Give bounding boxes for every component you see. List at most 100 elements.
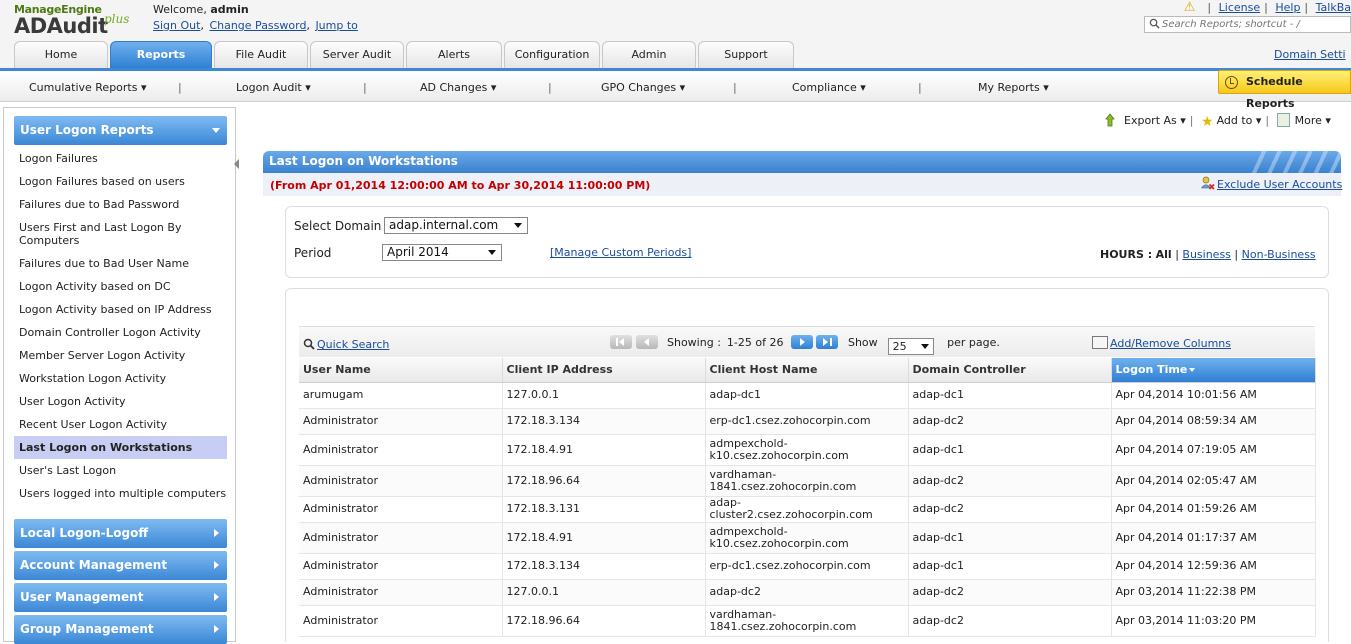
sidebar-item-logon-failures[interactable]: Logon Failures bbox=[19, 152, 227, 165]
sidebar-item-logon-activity-ip[interactable]: Logon Activity based on IP Address bbox=[19, 303, 227, 316]
sidebar-item-dc-logon-activity[interactable]: Domain Controller Logon Activity bbox=[19, 326, 227, 339]
sidebar-section-account-management[interactable]: Account Management bbox=[14, 551, 227, 580]
chevron-right-icon bbox=[214, 529, 219, 537]
cell-dc: adap-dc2 bbox=[908, 579, 1112, 606]
hours-nonbusiness-link[interactable]: Non-Business bbox=[1242, 248, 1316, 261]
top-links: ⚠ | License | Help | TalkBa bbox=[1183, 0, 1351, 15]
cell-user: Administrator bbox=[299, 408, 503, 435]
table-row: Administrator 127.0.0.1 adap-dc2 adap-dc… bbox=[299, 579, 1316, 606]
domain-select[interactable]: adap.internal.com bbox=[384, 217, 528, 234]
column-client-ip[interactable]: Client IP Address bbox=[502, 358, 706, 383]
search-icon bbox=[1149, 18, 1160, 29]
quick-search[interactable]: Quick Search bbox=[303, 338, 389, 351]
domain-settings-link[interactable]: Domain Setti bbox=[1274, 48, 1346, 61]
per-page-select[interactable]: 25 bbox=[887, 338, 934, 355]
collapse-sidebar-icon[interactable] bbox=[233, 156, 241, 172]
exclude-user-accounts[interactable]: Exclude User Accounts bbox=[1201, 176, 1342, 191]
sidebar-item-first-last-logon[interactable]: Users First and Last Logon By Computers bbox=[19, 221, 227, 247]
cell-user: Administrator bbox=[299, 553, 503, 580]
cell-host: adap-dc1 bbox=[705, 382, 909, 409]
username: admin bbox=[210, 3, 249, 16]
sidebar-section-user-management[interactable]: User Management bbox=[14, 583, 227, 612]
search-icon bbox=[303, 338, 315, 350]
page-range: 1-25 of 26 bbox=[726, 336, 784, 349]
report-title-bar: Last Logon on Workstations bbox=[263, 151, 1341, 173]
tab-reports[interactable]: Reports bbox=[110, 41, 212, 68]
hours-business-link[interactable]: Business bbox=[1182, 248, 1231, 261]
sidebar-item-bad-password[interactable]: Failures due to Bad Password bbox=[19, 198, 227, 211]
sidebar-item-workstation-logon[interactable]: Workstation Logon Activity bbox=[19, 372, 227, 385]
sidebar-item-last-logon-workstations[interactable]: Last Logon on Workstations bbox=[14, 436, 227, 459]
report-title: Last Logon on Workstations bbox=[269, 154, 458, 168]
menu-compliance[interactable]: Compliance ▾ bbox=[792, 81, 866, 94]
add-remove-columns[interactable]: Add/Remove Columns bbox=[1092, 336, 1231, 350]
sidebar-section-group-management[interactable]: Group Management bbox=[14, 615, 227, 644]
showing-label: Showing : bbox=[667, 336, 721, 349]
sidebar-item-bad-user-name[interactable]: Failures due to Bad User Name bbox=[19, 257, 227, 270]
tab-home[interactable]: Home bbox=[14, 41, 108, 68]
tab-server-audit[interactable]: Server Audit bbox=[310, 41, 404, 68]
schedule-reports-button[interactable]: Schedule Reports bbox=[1218, 70, 1351, 110]
next-page-button[interactable] bbox=[790, 335, 813, 349]
tab-alerts[interactable]: Alerts bbox=[406, 41, 502, 68]
chevron-right-icon bbox=[214, 561, 219, 569]
clock-icon bbox=[1225, 76, 1238, 89]
sidebar-section-user-logon-reports[interactable]: User Logon Reports bbox=[14, 116, 227, 145]
tab-support[interactable]: Support bbox=[698, 41, 794, 68]
sidebar-item-logon-activity-dc[interactable]: Logon Activity based on DC bbox=[19, 280, 227, 293]
add-remove-columns-link[interactable]: Add/Remove Columns bbox=[1110, 337, 1231, 350]
quick-search-link[interactable]: Quick Search bbox=[317, 338, 389, 351]
talkback-link[interactable]: TalkBa bbox=[1316, 1, 1351, 14]
jump-to-link[interactable]: Jump to bbox=[315, 19, 357, 32]
column-client-host[interactable]: Client Host Name bbox=[705, 358, 909, 383]
select-domain-label: Select Domain bbox=[294, 219, 382, 233]
previous-page-button[interactable] bbox=[635, 335, 658, 349]
export-icon bbox=[1105, 113, 1115, 127]
last-page-button[interactable] bbox=[816, 335, 839, 349]
license-link[interactable]: License bbox=[1219, 1, 1260, 14]
warning-icon[interactable]: ⚠ bbox=[1184, 0, 1196, 15]
column-logon-time[interactable]: Logon Time bbox=[1111, 358, 1316, 383]
menu-ad-changes[interactable]: AD Changes ▾ bbox=[420, 81, 496, 94]
search-box[interactable] bbox=[1144, 16, 1351, 33]
dropdown-arrow-icon bbox=[514, 223, 522, 228]
column-user-name[interactable]: User Name bbox=[299, 358, 503, 383]
tab-admin[interactable]: Admin bbox=[602, 41, 696, 68]
manage-custom-periods-link[interactable]: [Manage Custom Periods] bbox=[550, 246, 691, 259]
tab-file-audit[interactable]: File Audit bbox=[214, 41, 308, 68]
menu-gpo-changes[interactable]: GPO Changes ▾ bbox=[601, 81, 685, 94]
add-to-menu[interactable]: ★ Add to ▾ bbox=[1201, 114, 1261, 130]
table-row: Administrator 172.18.4.91 admpexchold-k1… bbox=[299, 522, 1316, 554]
export-as-menu[interactable]: Export As ▾ bbox=[1105, 113, 1186, 127]
cell-dc: adap-dc1 bbox=[908, 434, 1112, 466]
search-input[interactable] bbox=[1162, 17, 1350, 32]
pagination: Showing : 1-25 of 26 Show 25 per page. bbox=[610, 335, 1006, 355]
menu-cumulative-reports[interactable]: Cumulative Reports ▾ bbox=[29, 81, 147, 94]
table-row: arumugam 127.0.0.1 adap-dc1 adap-dc1 Apr… bbox=[299, 382, 1316, 409]
sign-out-link[interactable]: Sign Out bbox=[153, 19, 200, 32]
first-page-button[interactable] bbox=[610, 335, 632, 349]
change-password-link[interactable]: Change Password bbox=[209, 19, 306, 32]
exclude-user-accounts-link[interactable]: Exclude User Accounts bbox=[1217, 178, 1342, 191]
menu-logon-audit[interactable]: Logon Audit ▾ bbox=[236, 81, 311, 94]
hours-all[interactable]: All bbox=[1156, 248, 1172, 261]
adaudit-plus-logo[interactable]: ManageEngine ADAudit plus bbox=[14, 3, 144, 39]
sidebar-item-users-last-logon[interactable]: User's Last Logon bbox=[19, 464, 227, 477]
column-domain-controller[interactable]: Domain Controller bbox=[908, 358, 1112, 383]
sidebar-item-user-logon-activity[interactable]: User Logon Activity bbox=[19, 395, 227, 408]
cell-host: admpexchold-k10.csez.zohocorpin.com bbox=[705, 434, 909, 466]
sidebar-item-multiple-computers[interactable]: Users logged into multiple computers bbox=[19, 487, 227, 500]
help-link[interactable]: Help bbox=[1275, 1, 1300, 14]
sidebar-section-local-logon-logoff[interactable]: Local Logon-Logoff bbox=[14, 519, 227, 548]
more-menu[interactable]: More ▾ bbox=[1276, 113, 1331, 127]
table-row: Administrator 172.18.3.134 erp-dc1.csez.… bbox=[299, 408, 1316, 435]
sidebar-item-logon-failures-users[interactable]: Logon Failures based on users bbox=[19, 175, 227, 188]
logo-product: ADAudit bbox=[14, 14, 108, 38]
period-select[interactable]: April 2014 bbox=[382, 244, 502, 261]
period-label: Period bbox=[294, 246, 332, 260]
tab-configuration[interactable]: Configuration bbox=[504, 41, 600, 68]
menu-my-reports[interactable]: My Reports ▾ bbox=[978, 81, 1049, 94]
sidebar-item-member-server-logon[interactable]: Member Server Logon Activity bbox=[19, 349, 227, 362]
sidebar-item-recent-user-logon[interactable]: Recent User Logon Activity bbox=[19, 418, 227, 431]
app-header: ManageEngine ADAudit plus Welcome, admin… bbox=[0, 0, 1351, 68]
